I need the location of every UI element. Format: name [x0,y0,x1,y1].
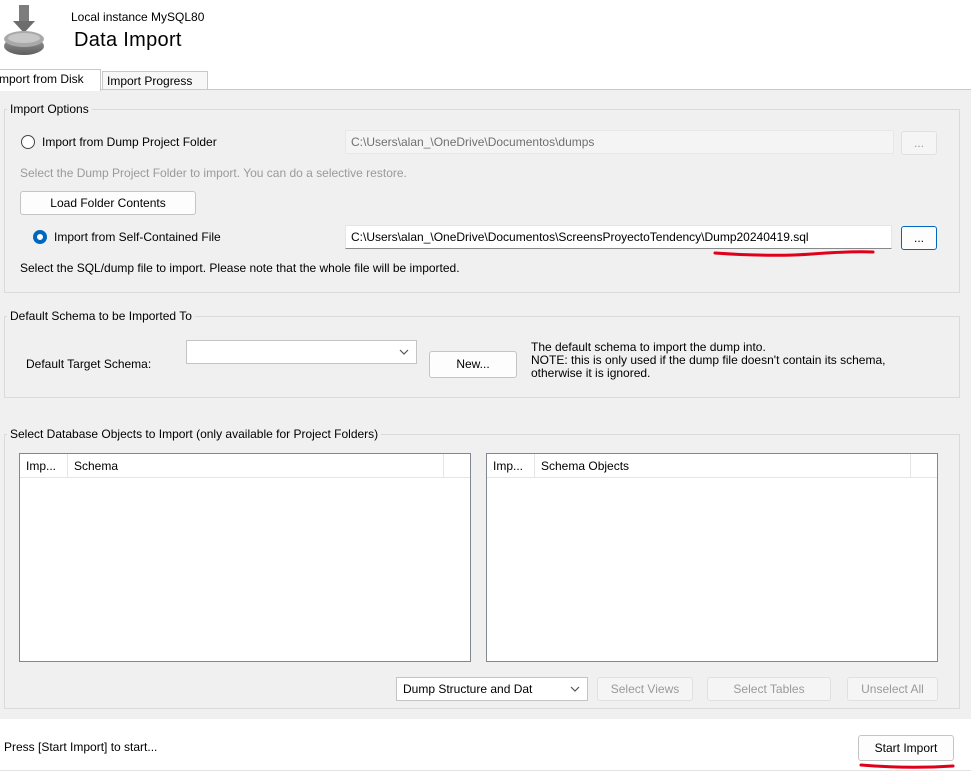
column-header-import[interactable]: Imp... [20,454,68,478]
dump-folder-hint: Select the Dump Project Folder to import… [20,166,407,180]
default-schema-note: The default schema to import the dump in… [531,341,885,380]
column-header-schema-objects[interactable]: Schema Objects [535,454,911,478]
self-contained-hint: Select the SQL/dump file to import. Plea… [20,261,460,275]
chevron-down-icon [570,686,580,692]
tab-import-progress[interactable]: Import Progress [102,71,208,91]
instance-label: Local instance MySQL80 [71,10,205,24]
unselect-all-button[interactable]: Unselect All [847,677,938,701]
schema-list-header: Imp... Schema [20,454,470,478]
self-contained-file-path-field[interactable]: C:\Users\alan_\OneDrive\Documentos\Scree… [345,225,892,249]
select-views-button[interactable]: Select Views [597,677,693,701]
radio-self-contained-file[interactable] [33,230,47,244]
dump-mode-select[interactable]: Dump Structure and Dat [396,677,588,701]
chevron-down-icon [399,349,409,355]
dump-folder-browse-button[interactable]: ... [901,131,937,155]
default-schema-title: Default Schema to be Imported To [7,309,195,323]
radio-dump-folder-label[interactable]: Import from Dump Project Folder [42,135,217,149]
self-contained-browse-button[interactable]: ... [901,226,937,250]
column-header-import[interactable]: Imp... [487,454,535,478]
start-import-button[interactable]: Start Import [858,735,954,761]
status-text: Press [Start Import] to start... [4,740,158,754]
default-target-schema-label: Default Target Schema: [26,357,152,371]
radio-self-contained-label[interactable]: Import from Self-Contained File [54,230,221,244]
schema-list[interactable]: Imp... Schema [19,453,471,662]
schema-objects-list-header: Imp... Schema Objects [487,454,937,478]
dump-folder-path-field[interactable]: C:\Users\alan_\OneDrive\Documentos\dumps [345,130,894,154]
select-tables-button[interactable]: Select Tables [707,677,831,701]
new-schema-button[interactable]: New... [429,351,517,378]
default-schema-note-line3: otherwise it is ignored. [531,366,651,380]
column-header-schema[interactable]: Schema [68,454,444,478]
tab-import-from-disk[interactable]: mport from Disk [0,69,101,91]
radio-dump-folder[interactable] [21,135,35,149]
import-options-title: Import Options [7,102,92,116]
database-import-icon [4,5,44,55]
load-folder-contents-button[interactable]: Load Folder Contents [20,191,196,215]
objects-title: Select Database Objects to Import (only … [7,427,382,441]
schema-objects-list[interactable]: Imp... Schema Objects [486,453,938,662]
default-target-schema-select[interactable] [186,340,417,364]
footer-divider [0,770,971,771]
annotation-underline-path [713,250,875,257]
page-title: Data Import [74,29,182,51]
dump-mode-value: Dump Structure and Dat [403,682,533,696]
